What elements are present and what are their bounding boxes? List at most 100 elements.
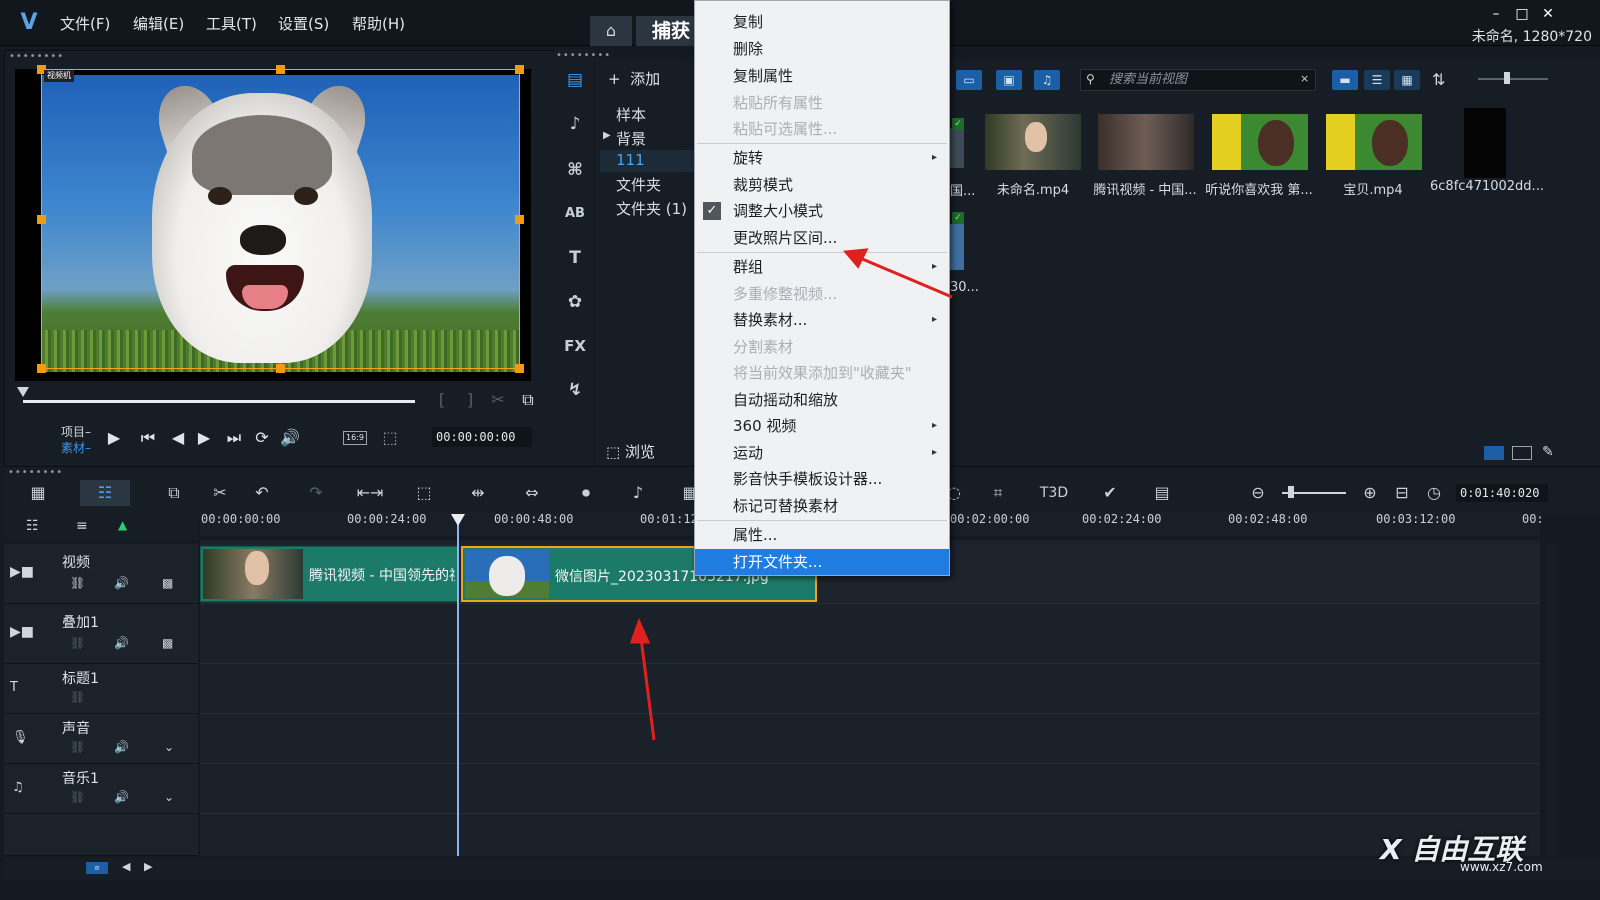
grid-view-icon[interactable]: ▦ bbox=[1394, 70, 1420, 90]
scrubber-bar[interactable] bbox=[23, 400, 415, 403]
crop-icon[interactable]: ⬚ bbox=[379, 427, 401, 449]
fit-icon[interactable]: ⇤⇥ bbox=[356, 480, 384, 506]
timeline-scrollbar[interactable] bbox=[1546, 544, 1556, 856]
show-photos-icon[interactable]: ▣ bbox=[996, 70, 1022, 90]
scroll-right-icon[interactable]: ▶ bbox=[144, 860, 152, 873]
menu-item-delete[interactable]: 删除 bbox=[695, 36, 949, 62]
menu-item-copy[interactable]: 复制 bbox=[695, 9, 949, 35]
go-to-end-icon[interactable]: ⏭ bbox=[223, 427, 245, 449]
add-track-icon[interactable]: ≡ bbox=[76, 518, 88, 534]
resize-handle[interactable] bbox=[515, 215, 524, 224]
redo-icon[interactable]: ↷ bbox=[302, 480, 330, 506]
media-thumbnail[interactable] bbox=[985, 114, 1081, 170]
volume-icon[interactable]: 🔊 bbox=[279, 427, 301, 449]
search-input[interactable]: 搜索当前视图 bbox=[1080, 69, 1316, 91]
zoom-in-icon[interactable]: ⊕ bbox=[1356, 480, 1384, 506]
fit-project-icon[interactable]: ⊟ bbox=[1388, 480, 1416, 506]
marker-icon[interactable]: ▲ bbox=[118, 518, 127, 532]
play-icon[interactable]: ▶ bbox=[103, 427, 125, 449]
audio-mixer-icon[interactable]: ♪ bbox=[624, 480, 652, 506]
menu-item-resize-mode[interactable]: 调整大小模式 bbox=[695, 198, 949, 224]
link-icon[interactable]: ⛓ bbox=[70, 740, 85, 754]
next-frame-icon[interactable]: ▶ bbox=[193, 427, 215, 449]
resize-handle[interactable] bbox=[276, 65, 285, 74]
path-icon[interactable]: ↯ bbox=[560, 376, 590, 404]
browse-button[interactable]: ⬚ 浏览 bbox=[606, 441, 690, 463]
list-view-icon[interactable]: ☰ bbox=[1364, 70, 1390, 90]
track-manager-icon[interactable]: ☷ bbox=[26, 518, 39, 534]
media-thumbnail[interactable] bbox=[1464, 108, 1506, 178]
media-thumbnail[interactable] bbox=[1212, 114, 1308, 170]
media-icon[interactable]: ▤ bbox=[560, 66, 590, 94]
thumbnail-view-icon[interactable]: ▬ bbox=[1332, 70, 1358, 90]
edit-icon[interactable]: ✎ bbox=[1542, 444, 1554, 460]
link-icon[interactable]: ⛓ bbox=[70, 790, 85, 804]
folder-item[interactable]: 样本 bbox=[616, 104, 646, 126]
subtitle-icon[interactable]: ▤ bbox=[1148, 480, 1176, 506]
resize-handle[interactable] bbox=[515, 364, 524, 373]
instant-project-icon[interactable]: ⌘ bbox=[560, 156, 590, 184]
mute-icon[interactable]: 🔊 bbox=[114, 636, 129, 650]
menu-item-template-designer[interactable]: 影音快手模板设计器... bbox=[695, 466, 949, 492]
folder-item[interactable]: 背景 bbox=[616, 128, 646, 150]
mute-icon[interactable]: 🔊 bbox=[114, 576, 129, 590]
grid-icon[interactable]: ▩ bbox=[162, 576, 173, 590]
menu-item-group[interactable]: 群组 bbox=[695, 254, 949, 280]
resize-handle[interactable] bbox=[276, 364, 285, 373]
title-icon[interactable]: T bbox=[560, 244, 590, 272]
chevron-down-icon[interactable]: ⌄ bbox=[164, 790, 174, 804]
storyboard-view-icon[interactable]: ▦ bbox=[24, 480, 52, 506]
preview-timecode[interactable]: 00:00:00:00 bbox=[432, 427, 532, 447]
show-audio-icon[interactable]: ♫ bbox=[1034, 70, 1060, 90]
menu-settings[interactable]: 设置(S) bbox=[278, 13, 329, 35]
mode-project[interactable]: 项目– bbox=[61, 423, 91, 440]
mini-toggle-icon[interactable]: ≡ bbox=[86, 862, 108, 874]
undo-icon[interactable]: ↶ bbox=[248, 480, 276, 506]
enlarge-preview-icon[interactable]: ⧉ bbox=[517, 389, 539, 411]
link-icon[interactable]: ⛓ bbox=[70, 576, 85, 590]
mark-out-icon[interactable]: ] bbox=[459, 389, 481, 411]
show-videos-icon[interactable]: ▭ bbox=[956, 70, 982, 90]
media-thumbnail[interactable] bbox=[1326, 114, 1422, 170]
fx-icon[interactable]: FX bbox=[560, 332, 590, 360]
menu-tools[interactable]: 工具(T) bbox=[206, 13, 257, 35]
title-3d-icon[interactable]: T3D bbox=[1036, 480, 1072, 506]
link-icon[interactable]: ⛓ bbox=[70, 636, 85, 650]
folder-item[interactable]: 文件夹 (1) bbox=[616, 198, 687, 220]
media-thumbnail[interactable] bbox=[1098, 114, 1194, 170]
voice-track-row[interactable] bbox=[200, 714, 1540, 764]
resize-handle[interactable] bbox=[37, 364, 46, 373]
thumbnail-partial[interactable] bbox=[950, 224, 964, 270]
menu-item-rotate[interactable]: 旋转 bbox=[695, 145, 949, 171]
maximize-icon[interactable]: □ bbox=[1512, 6, 1532, 22]
scissors-icon[interactable]: ✂ bbox=[487, 389, 509, 411]
music-track-icon[interactable]: ♫ bbox=[12, 780, 24, 795]
minimize-icon[interactable]: – bbox=[1486, 6, 1506, 22]
menu-item-motion[interactable]: 运动 bbox=[695, 440, 949, 466]
resize-frame[interactable] bbox=[41, 69, 520, 369]
mark-icon[interactable]: ✔ bbox=[1096, 480, 1124, 506]
menu-item-open-folder[interactable]: 打开文件夹... bbox=[695, 549, 949, 575]
menu-item-360-video[interactable]: 360 视频 bbox=[695, 413, 949, 439]
sort-icon[interactable]: ⇅ bbox=[1432, 70, 1445, 89]
panel-layout-icon[interactable] bbox=[1484, 446, 1504, 460]
zoom-out-icon[interactable]: ⊖ bbox=[1244, 480, 1272, 506]
mode-clip[interactable]: 素材– bbox=[61, 439, 91, 456]
playhead-knob[interactable] bbox=[451, 514, 465, 526]
menu-file[interactable]: 文件(F) bbox=[60, 13, 110, 35]
record-icon[interactable]: ⏺ bbox=[572, 480, 600, 506]
thumbnail-partial[interactable] bbox=[950, 128, 964, 168]
mask-icon[interactable]: ⌗ bbox=[984, 480, 1012, 506]
grid-icon[interactable]: ▩ bbox=[162, 636, 173, 650]
voice-track-icon[interactable]: 🎙 bbox=[12, 730, 29, 745]
menu-item-change-photo-duration[interactable]: 更改照片区间... bbox=[695, 225, 949, 251]
mute-icon[interactable]: 🔊 bbox=[114, 740, 129, 754]
link-icon[interactable]: ⛓ bbox=[70, 690, 85, 704]
menu-item-auto-pan-zoom[interactable]: 自动摇动和缩放 bbox=[695, 387, 949, 413]
home-tab[interactable]: ⌂ bbox=[590, 16, 632, 46]
menu-help[interactable]: 帮助(H) bbox=[352, 13, 405, 35]
folder-item[interactable]: 文件夹 bbox=[616, 174, 661, 196]
panel-grip-icon[interactable]: •••••••• bbox=[9, 51, 64, 62]
aspect-ratio-button[interactable]: 16:9 bbox=[343, 431, 367, 445]
split-icon[interactable]: ⇹ bbox=[464, 480, 492, 506]
